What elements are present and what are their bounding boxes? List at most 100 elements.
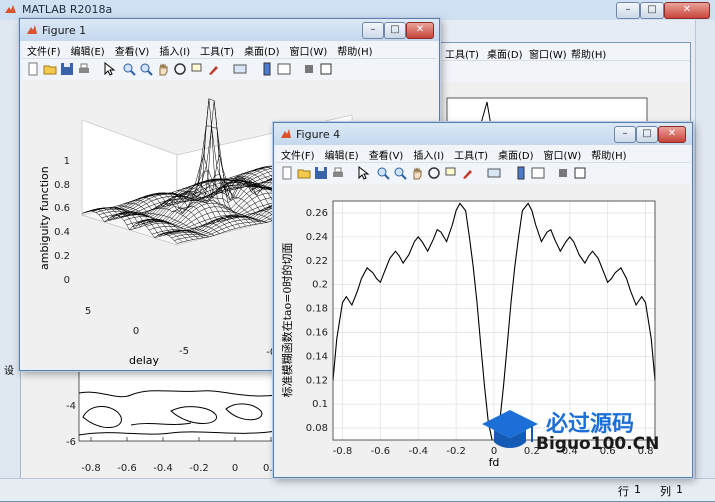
figure-1-title: Figure 1 [42, 24, 87, 37]
hide-tools-icon[interactable] [302, 62, 316, 76]
menu-desktop[interactable]: 桌面(D) [239, 41, 285, 58]
figure-4-close-button[interactable]: ✕ [658, 126, 686, 143]
x-tick-label: -0.4 [408, 446, 428, 457]
show-tools-icon[interactable] [573, 166, 587, 180]
save-icon[interactable] [60, 62, 74, 76]
open-file-icon[interactable] [297, 166, 311, 180]
menu-insert[interactable]: 插入(I) [154, 41, 195, 58]
figure-1-close-button[interactable]: ✕ [406, 22, 434, 39]
figure-4-toolbar [276, 162, 690, 185]
menu-tools[interactable]: 工具(T) [449, 145, 493, 162]
new-figure-icon[interactable] [26, 62, 40, 76]
figure-1-minimize-button[interactable]: – [362, 22, 384, 39]
legend-icon[interactable] [531, 166, 545, 180]
save-icon[interactable] [314, 166, 328, 180]
contour-y-tick: -6 [66, 437, 76, 448]
menu-window[interactable]: 窗口(W) [285, 41, 333, 58]
contour-axes-box [78, 370, 278, 442]
new-figure-icon[interactable] [280, 166, 294, 180]
minimize-button[interactable]: – [616, 2, 640, 19]
pointer-icon[interactable] [356, 166, 370, 180]
contour-y-tick: -4 [66, 401, 76, 412]
side-label: 设 [4, 366, 14, 377]
maximize-button[interactable]: □ [640, 2, 664, 19]
z-tick: 0.8 [54, 180, 70, 191]
contour-x-tick: -0.8 [81, 463, 101, 474]
figure-1-maximize-button[interactable]: □ [384, 22, 406, 39]
figure-1-menubar: 文件(F) 编辑(E) 查看(V) 插入(I) 工具(T) 桌面(D) 窗口(W) 帮助(H) [22, 41, 437, 58]
delay-tick: -5 [179, 346, 189, 357]
menu-desktop[interactable]: 桌面(D) [493, 145, 539, 162]
menu-view[interactable]: 查看(V) [364, 145, 409, 162]
link-plot-icon[interactable] [487, 166, 501, 180]
y-tick-label: 0.16 [306, 327, 328, 338]
figure-4-menubar: 文件(F) 编辑(E) 查看(V) 插入(I) 工具(T) 桌面(D) 窗口(W) 帮助(H) [276, 145, 690, 162]
y-tick-label: 0.26 [306, 208, 328, 219]
zoom-in-icon[interactable] [376, 166, 390, 180]
pan-icon[interactable] [410, 166, 424, 180]
menu-file[interactable]: 文件(F) [276, 145, 320, 162]
figure-4-title-bar[interactable]: Figure 4 – □ ✕ [274, 123, 692, 145]
open-file-icon[interactable] [43, 62, 57, 76]
right-panel-strip [695, 20, 715, 480]
menu-edit[interactable]: 编辑(E) [66, 41, 110, 58]
y-tick-label: 0.24 [306, 232, 328, 243]
figure-1-title-bar[interactable]: Figure 1 – □ ✕ [20, 19, 439, 41]
print-icon[interactable] [331, 166, 345, 180]
app-title: MATLAB R2018a [22, 3, 113, 16]
status-col-value: 1 [676, 483, 683, 496]
link-plot-icon[interactable] [233, 62, 247, 76]
y-tick-label: 0.2 [312, 280, 328, 291]
contour-x-tick: 0 [232, 463, 238, 474]
pointer-icon[interactable] [102, 62, 116, 76]
status-col-label: 列 [660, 485, 671, 498]
status-row-label: 行 [618, 485, 629, 498]
hide-tools-icon[interactable] [556, 166, 570, 180]
contour-x-tick: -0.4 [153, 463, 173, 474]
menu-help[interactable]: 帮助(H) [586, 145, 631, 162]
hidden-menu-desktop[interactable]: 桌面(D) [487, 46, 523, 61]
menu-insert[interactable]: 插入(I) [408, 145, 449, 162]
hidden-menu-tools[interactable]: 工具(T) [445, 46, 479, 61]
colorbar-icon[interactable] [260, 62, 274, 76]
watermark-logo: 必过源码 Biguo100.CN [480, 402, 680, 458]
hidden-menu-window[interactable]: 窗口(W) [529, 46, 567, 61]
show-tools-icon[interactable] [319, 62, 333, 76]
menu-window[interactable]: 窗口(W) [539, 145, 587, 162]
brush-icon[interactable] [207, 62, 221, 76]
figure-1-toolbar [22, 58, 437, 81]
brush-icon[interactable] [461, 166, 475, 180]
close-button[interactable]: ✕ [664, 2, 710, 19]
rotate-3d-icon[interactable] [173, 62, 187, 76]
y-axis-label: 标准模糊函数在tao=0时的切面 [280, 243, 294, 398]
colorbar-icon[interactable] [514, 166, 528, 180]
print-icon[interactable] [77, 62, 91, 76]
menu-help[interactable]: 帮助(H) [332, 41, 377, 58]
pan-icon[interactable] [156, 62, 170, 76]
hidden-menu-help[interactable]: 帮助(H) [571, 46, 606, 61]
figure-4-minimize-button[interactable]: – [614, 126, 636, 143]
z-tick: 0 [64, 275, 70, 286]
legend-icon[interactable] [277, 62, 291, 76]
zoom-out-icon[interactable] [393, 166, 407, 180]
figure-4-title: Figure 4 [296, 128, 341, 141]
watermark-url: Biguo100.CN [536, 434, 660, 454]
zoom-out-icon[interactable] [139, 62, 153, 76]
z-tick: 0.4 [54, 227, 70, 238]
data-cursor-icon[interactable] [190, 62, 204, 76]
menu-file[interactable]: 文件(F) [22, 41, 66, 58]
menu-edit[interactable]: 编辑(E) [320, 145, 364, 162]
menu-tools[interactable]: 工具(T) [195, 41, 239, 58]
x-tick-label: -0.6 [371, 446, 391, 457]
left-panel-strip [0, 20, 21, 480]
matlab-logo-icon [5, 5, 16, 13]
delay-tick: 5 [85, 306, 91, 317]
status-bar: 行 1 列 1 [0, 478, 715, 501]
figure-4-maximize-button[interactable]: □ [636, 126, 658, 143]
contour-x-tick: -0.2 [189, 463, 209, 474]
zoom-in-icon[interactable] [122, 62, 136, 76]
menu-view[interactable]: 查看(V) [110, 41, 155, 58]
data-cursor-icon[interactable] [444, 166, 458, 180]
x-tick-label: -0.8 [333, 446, 353, 457]
rotate-3d-icon[interactable] [427, 166, 441, 180]
